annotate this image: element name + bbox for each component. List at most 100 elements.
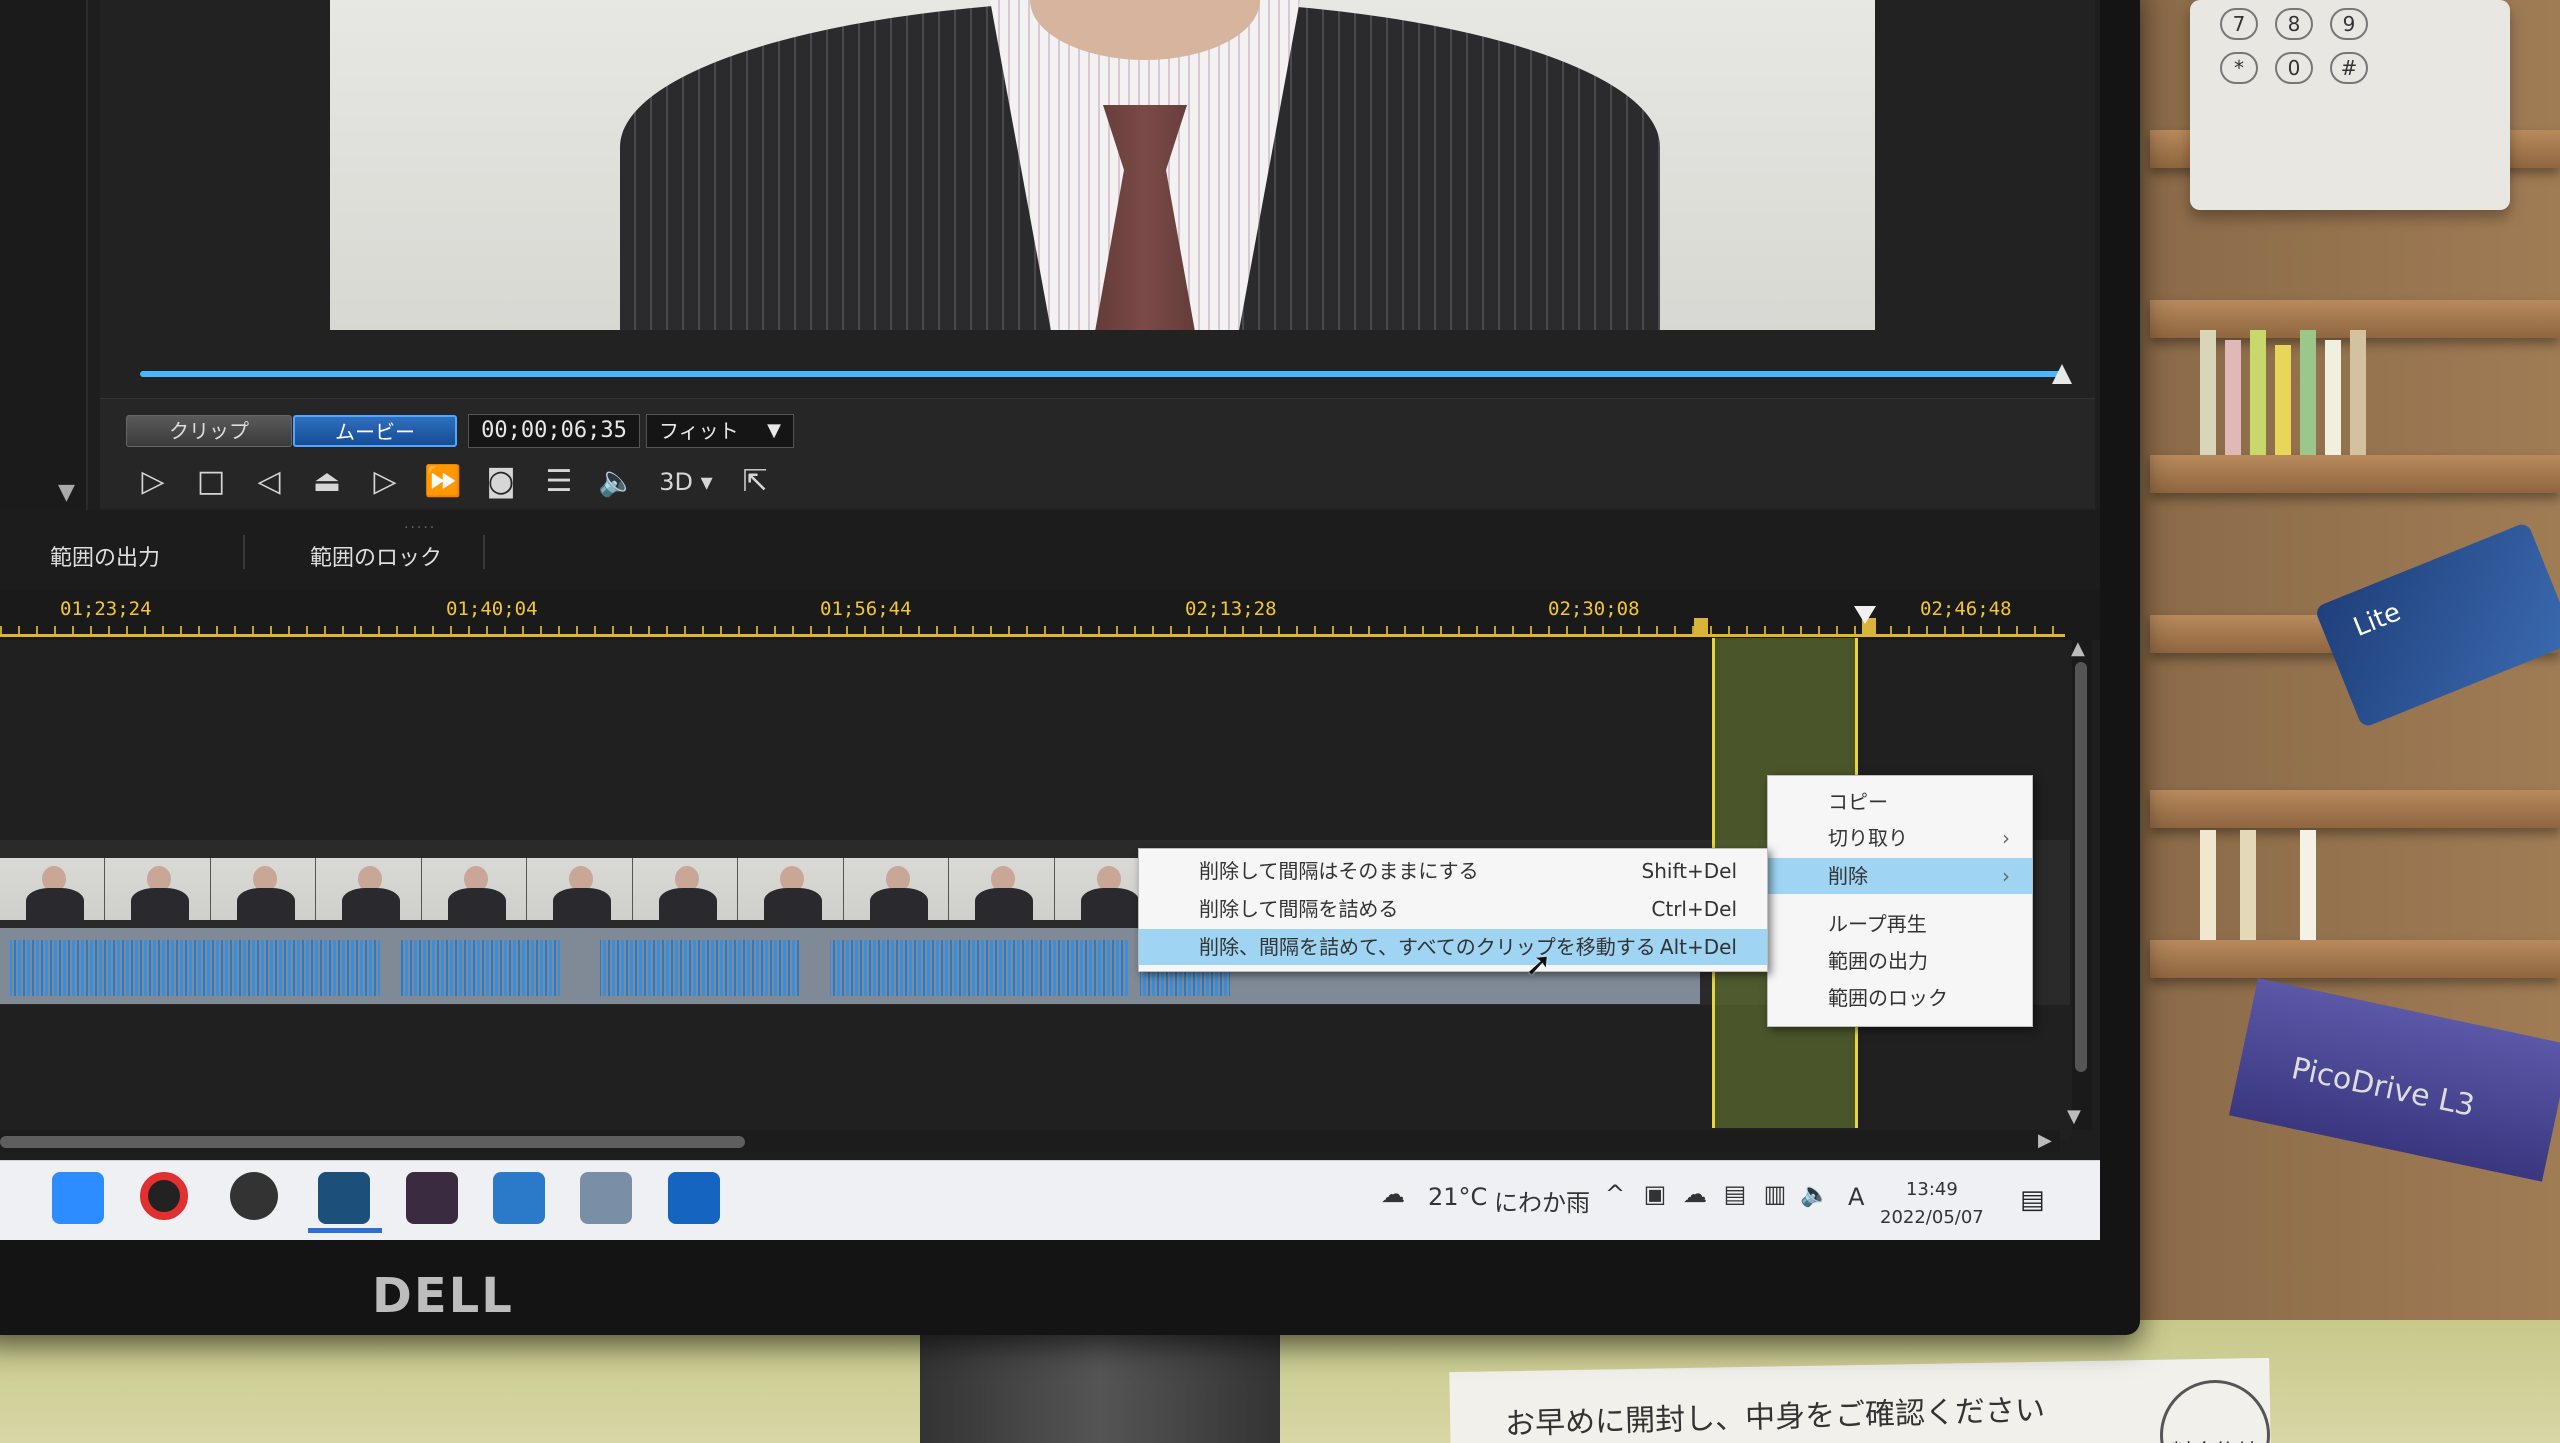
book — [2275, 345, 2291, 455]
record-app-icon[interactable] — [140, 1172, 188, 1220]
subtitle-icon[interactable]: ☰ — [530, 462, 588, 502]
book — [2350, 330, 2366, 455]
book — [2300, 330, 2316, 455]
shelf-board — [2150, 940, 2560, 978]
play-icon[interactable]: ▷ — [124, 462, 182, 502]
ruler-label: 01;23;24 — [60, 598, 152, 620]
snapshot-camera-icon[interactable]: ◙ — [472, 462, 530, 502]
zoom-select[interactable]: フィット ▼ — [646, 414, 794, 448]
clip-thumbnail — [105, 858, 211, 920]
previous-frame-icon[interactable]: ◁ — [240, 462, 298, 502]
range-lock-tab[interactable]: 範囲のロック — [310, 540, 442, 572]
menu-item-loop-play[interactable]: ループ再生 — [1768, 906, 2032, 942]
device-icon[interactable]: ▣ — [1640, 1180, 1670, 1210]
waveform-gap — [560, 935, 600, 1001]
scroll-right-icon[interactable]: ▶ — [2038, 1130, 2052, 1151]
book — [2200, 830, 2216, 940]
clip-thumbnail — [316, 858, 422, 920]
zoom-app-icon[interactable] — [52, 1172, 104, 1224]
video-editor-app-icon[interactable] — [318, 1172, 370, 1224]
shelf-board — [2150, 790, 2560, 828]
volume-icon[interactable]: 🔈 — [588, 462, 646, 502]
fast-forward-icon[interactable]: ⏩ — [414, 462, 472, 502]
volume-tray-icon[interactable]: 🔈 — [1800, 1180, 1830, 1210]
ruler-label: 01;40;04 — [446, 598, 538, 620]
photo-scene: 7 8 9 * 0 # Lite PicoDrive L3 お早めに開封し、中身… — [0, 0, 2560, 1443]
notification-icon[interactable]: ▤ — [2020, 1185, 2045, 1215]
waveform-gap — [800, 935, 830, 1001]
menu-item-delete[interactable]: 削除 › — [1768, 858, 2032, 894]
next-frame-icon[interactable]: ▷ — [356, 462, 414, 502]
3d-mode-button[interactable]: 3D ▾ — [646, 462, 726, 502]
panel-resize-grip[interactable]: ····· — [404, 520, 436, 536]
weather-icon[interactable]: ☁ — [1378, 1180, 1408, 1210]
ruler-label: 02;46;48 — [1920, 598, 2012, 620]
clip-mode-button[interactable]: クリップ — [126, 415, 292, 447]
weather-description[interactable]: にわか雨 — [1494, 1183, 1590, 1218]
external-view-icon[interactable]: ⇱ — [726, 462, 784, 502]
movie-app-icon[interactable] — [493, 1172, 545, 1224]
book — [2325, 340, 2341, 455]
weather-temperature[interactable]: 21°C — [1428, 1183, 1487, 1211]
context-menu: コピー 切り取り › 削除 › ループ再生 範囲の出力 範囲のロック — [1767, 775, 2033, 1027]
seek-handle[interactable] — [2052, 364, 2072, 384]
stop-icon[interactable]: □ — [182, 462, 240, 502]
video-clip[interactable] — [0, 858, 1160, 920]
network-icon[interactable]: ▥ — [1760, 1180, 1790, 1210]
waveform-gap — [0, 935, 10, 1001]
waveform-gap — [380, 935, 400, 1001]
chevron-up-icon[interactable]: ^ — [1600, 1180, 1630, 1210]
display-icon[interactable]: ▤ — [1720, 1180, 1750, 1210]
preview-video — [330, 0, 1875, 330]
book — [2225, 340, 2241, 455]
obs-app-icon[interactable] — [230, 1172, 278, 1220]
bookshelf — [2140, 0, 2560, 1443]
preview-seekbar[interactable] — [140, 371, 2065, 377]
clip-thumbnail — [210, 858, 317, 920]
menu-item-copy[interactable]: コピー — [1768, 784, 2032, 820]
range-export-tab[interactable]: 範囲の出力 — [50, 540, 160, 572]
telephone: 7 8 9 * 0 # — [2190, 0, 2510, 210]
menu-item-delete-ripple-all[interactable]: 削除、間隔を詰めて、すべてのクリップを移動する Alt+Del — [1139, 929, 1767, 965]
menu-item-range-export[interactable]: 範囲の出力 — [1768, 943, 2032, 979]
photo-app-icon[interactable] — [406, 1172, 458, 1224]
mouse-cursor-icon: ➚ — [1525, 945, 1552, 983]
divider — [243, 535, 245, 569]
menu-item-delete-keep-gap[interactable]: 削除して間隔はそのままにする Shift+Del — [1139, 853, 1767, 889]
playhead-marker[interactable] — [1854, 606, 1876, 624]
book — [2250, 330, 2266, 455]
book — [2240, 830, 2256, 940]
chevron-right-icon: › — [2002, 826, 2010, 850]
clip-thumbnail — [843, 858, 950, 920]
horizontal-scroll-thumb[interactable] — [0, 1136, 745, 1148]
camera-app-icon[interactable] — [580, 1172, 632, 1224]
chevron-down-icon: ▼ — [767, 420, 781, 441]
ime-indicator[interactable]: A — [1848, 1183, 1864, 1211]
cloud-icon[interactable]: ☁ — [1680, 1180, 1710, 1210]
book — [2300, 830, 2316, 940]
menu-item-cut[interactable]: 切り取り › — [1768, 820, 2032, 856]
clip-thumbnail — [738, 858, 844, 920]
ruler-label: 01;56;44 — [820, 598, 912, 620]
panel-scroll-down-icon[interactable]: ▼ — [58, 480, 75, 505]
monitor-logo: DELL — [372, 1268, 514, 1324]
system-clock[interactable]: 13:49 2022/05/07 — [1880, 1176, 1984, 1232]
split-icon[interactable]: ⏏ — [298, 462, 356, 502]
book — [2200, 330, 2216, 455]
outlook-app-icon[interactable] — [668, 1172, 720, 1224]
menu-item-range-lock[interactable]: 範囲のロック — [1768, 980, 2032, 1016]
vertical-scroll-thumb[interactable] — [2075, 662, 2087, 1072]
movie-mode-button[interactable]: ムービー — [293, 415, 457, 447]
menu-item-delete-close-gap[interactable]: 削除して間隔を詰める Ctrl+Del — [1139, 891, 1767, 927]
clip-thumbnail — [949, 858, 1055, 920]
range-start-marker[interactable] — [1694, 618, 1708, 636]
clip-thumbnail — [527, 858, 633, 920]
ruler-label: 02;30;08 — [1548, 598, 1640, 620]
library-panel — [0, 0, 88, 510]
ruler-baseline — [0, 634, 2065, 637]
active-app-indicator — [308, 1228, 382, 1233]
scroll-up-icon[interactable]: ▲ — [2071, 638, 2085, 659]
timecode-field[interactable]: 00;00;06;35 — [468, 414, 640, 448]
scroll-down-icon[interactable]: ▼ — [2067, 1106, 2081, 1127]
clock-time: 13:49 — [1905, 1179, 1958, 1200]
